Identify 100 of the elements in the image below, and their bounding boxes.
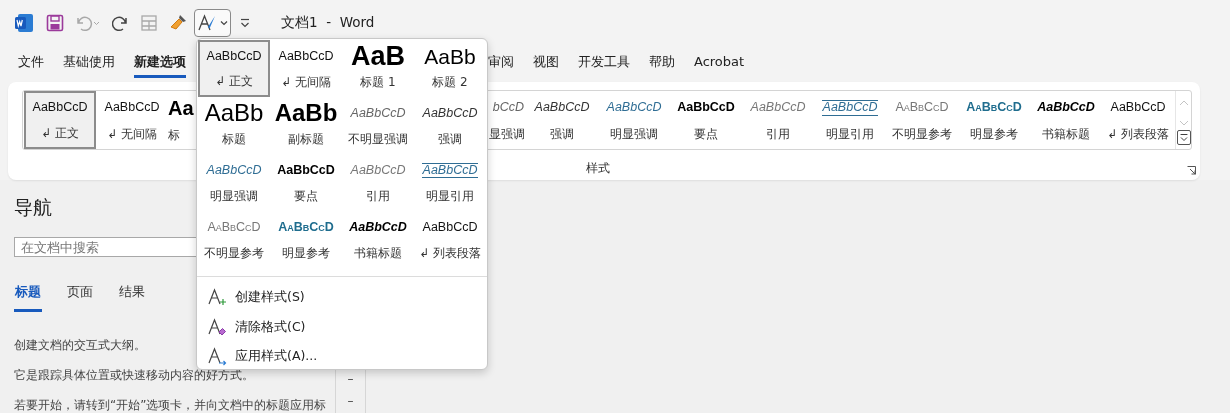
style-label: 引用 bbox=[366, 188, 390, 205]
style-label: 要点 bbox=[294, 188, 318, 205]
new-style-icon bbox=[208, 288, 227, 308]
style-option[interactable]: AaBbCcD 不明显参考 bbox=[886, 91, 958, 149]
style-option[interactable]: AaBb 标题 2 bbox=[414, 40, 486, 97]
menu-item[interactable]: 清除格式(C) bbox=[197, 312, 487, 342]
nav-tab[interactable]: 页面 bbox=[66, 283, 94, 312]
style-preview: AaBbCcD bbox=[421, 162, 479, 179]
style-label: 不明显参考 bbox=[892, 126, 952, 143]
style-preview: AaBbCcD bbox=[349, 106, 407, 121]
style-preview: AaBbCcD bbox=[276, 163, 336, 178]
style-preview: AaBbCcD bbox=[31, 101, 89, 115]
style-label: ↲ 正文 bbox=[215, 73, 253, 90]
eraser-icon bbox=[208, 317, 227, 337]
style-preview: AaBbCcD bbox=[205, 163, 263, 178]
style-option[interactable]: bCcD 显强调 bbox=[488, 91, 526, 149]
dialog-launcher-icon[interactable] bbox=[1187, 166, 1196, 175]
style-preview: AaBbCcD bbox=[205, 49, 263, 64]
ribbon-tab[interactable]: 审阅 bbox=[488, 49, 514, 78]
caret-icon bbox=[220, 19, 228, 26]
style-option[interactable]: AaBbCcD 书籍标题 bbox=[342, 211, 414, 268]
ribbon-tab[interactable]: 视图 bbox=[533, 49, 559, 78]
style-preview: AaBbCcD bbox=[421, 220, 479, 235]
style-option[interactable]: AaBbCcD 要点 bbox=[670, 91, 742, 149]
style-preview: Aa bbox=[168, 97, 194, 119]
style-label: 标题 1 bbox=[360, 74, 396, 91]
style-option[interactable]: AaBbCcD ↲ 正文 bbox=[24, 91, 96, 149]
style-label: 书籍标题 bbox=[1042, 126, 1090, 143]
style-label: 不明显强调 bbox=[348, 131, 408, 148]
style-option[interactable]: AaBbCcD 引用 bbox=[742, 91, 814, 149]
customize-toolbar-icon[interactable] bbox=[239, 16, 251, 29]
style-option[interactable]: AaBbCcD ↲ 列表段落 bbox=[414, 211, 486, 268]
style-option[interactable]: AaBbCcD ↲ 无间隔 bbox=[96, 91, 168, 149]
ruler-mark: – bbox=[347, 394, 354, 408]
style-preview: AaBbCcD bbox=[533, 101, 591, 115]
style-label: 强调 bbox=[438, 131, 462, 148]
help-text: 若要开始，请转到“开始”选项卡，并向文档中的标题应用标 bbox=[14, 398, 327, 413]
style-option[interactable]: AaBbCcD 明显参考 bbox=[958, 91, 1030, 149]
style-option[interactable]: AaBbCcD ↲ 列表段落 bbox=[1102, 91, 1174, 149]
style-preview: AaBbCcD bbox=[821, 100, 879, 116]
menu-item[interactable]: 创建样式(S) bbox=[197, 283, 487, 313]
style-option[interactable]: Aa 标 bbox=[168, 91, 196, 149]
style-preview: AaBb bbox=[203, 100, 265, 127]
style-label: 明显强调 bbox=[610, 126, 658, 143]
style-option[interactable]: AaBb 副标题 bbox=[270, 97, 342, 154]
style-preview: AaBbCcD bbox=[965, 101, 1023, 115]
window-title: 文档1 - Word bbox=[281, 13, 375, 32]
style-label: ↲ 正文 bbox=[41, 125, 79, 142]
styles-icon bbox=[197, 12, 217, 33]
style-label: 明显引用 bbox=[826, 126, 874, 143]
style-preview: AaBbCcD bbox=[277, 49, 335, 64]
style-label: 标题 2 bbox=[432, 74, 468, 91]
style-preview: AaBbCcD bbox=[421, 106, 479, 121]
style-option[interactable]: AaBbCcD ↲ 无间隔 bbox=[270, 40, 342, 97]
ribbon-tab[interactable]: 基础使用 bbox=[63, 49, 115, 78]
style-preview: AaBbCcD bbox=[349, 163, 407, 178]
ribbon-tab[interactable]: 文件 bbox=[18, 49, 44, 78]
style-label: 强调 bbox=[550, 126, 574, 143]
style-label: 明显参考 bbox=[970, 126, 1018, 143]
style-option[interactable]: AaBbCcD 明显强调 bbox=[598, 91, 670, 149]
style-preview: AaBb bbox=[273, 100, 339, 127]
ribbon-tab[interactable]: 开发工具 bbox=[578, 49, 630, 78]
style-preview: AaBbCcD bbox=[103, 101, 161, 115]
style-option[interactable]: AaBbCcD 强调 bbox=[526, 91, 598, 149]
style-option[interactable]: AaBbCcD 明显强调 bbox=[198, 154, 270, 211]
word-logo-icon[interactable] bbox=[14, 12, 34, 33]
style-option[interactable]: AaB 标题 1 bbox=[342, 40, 414, 97]
ribbon-tab[interactable]: 帮助 bbox=[649, 49, 675, 78]
style-preview: AaBbCcD bbox=[605, 101, 663, 115]
style-label: 副标题 bbox=[288, 131, 324, 148]
style-label: 引用 bbox=[766, 126, 790, 143]
help-text: 创建文档的交互式大纲。 bbox=[14, 338, 146, 353]
nav-tab[interactable]: 结果 bbox=[118, 283, 146, 312]
style-preview: AaB bbox=[350, 41, 406, 72]
ribbon-tab[interactable]: Acrobat bbox=[694, 49, 745, 78]
style-option[interactable]: AaBbCcD 要点 bbox=[270, 154, 342, 211]
style-preview: AaBbCcD bbox=[277, 220, 335, 235]
style-option[interactable]: AaBb 标题 bbox=[198, 97, 270, 154]
style-label: 显强调 bbox=[489, 126, 525, 143]
nav-tab[interactable]: 标题 bbox=[14, 283, 42, 312]
save-icon[interactable] bbox=[46, 13, 64, 32]
style-preview: bCcD bbox=[491, 101, 525, 115]
style-preview: AaBbCcD bbox=[676, 101, 736, 115]
style-option[interactable]: AaBbCcD 明显引用 bbox=[814, 91, 886, 149]
ribbon-tab[interactable]: 新建选项 bbox=[134, 49, 186, 78]
pane-title: 导航 bbox=[14, 195, 52, 220]
style-label: 明显引用 bbox=[426, 188, 474, 205]
styles-button[interactable] bbox=[194, 8, 231, 37]
more-styles-icon[interactable] bbox=[1176, 130, 1191, 145]
style-label: ↲ 列表段落 bbox=[1107, 126, 1169, 143]
style-option[interactable]: AaBbCcD 明显引用 bbox=[414, 154, 486, 211]
style-preview: AaBbCcD bbox=[894, 101, 950, 115]
style-option[interactable]: AaBbCcD 书籍标题 bbox=[1030, 91, 1102, 149]
style-option[interactable]: AaBbCcD 不明显强调 bbox=[342, 97, 414, 154]
style-option[interactable]: AaBbCcD 强调 bbox=[414, 97, 486, 154]
style-option[interactable]: AaBbCcD ↲ 正文 bbox=[198, 40, 270, 97]
style-label: 标题 bbox=[222, 131, 246, 148]
style-option[interactable]: AaBbCcD 引用 bbox=[342, 154, 414, 211]
style-label: 书籍标题 bbox=[354, 245, 402, 262]
style-preview: AaBbCcD bbox=[1036, 101, 1096, 115]
